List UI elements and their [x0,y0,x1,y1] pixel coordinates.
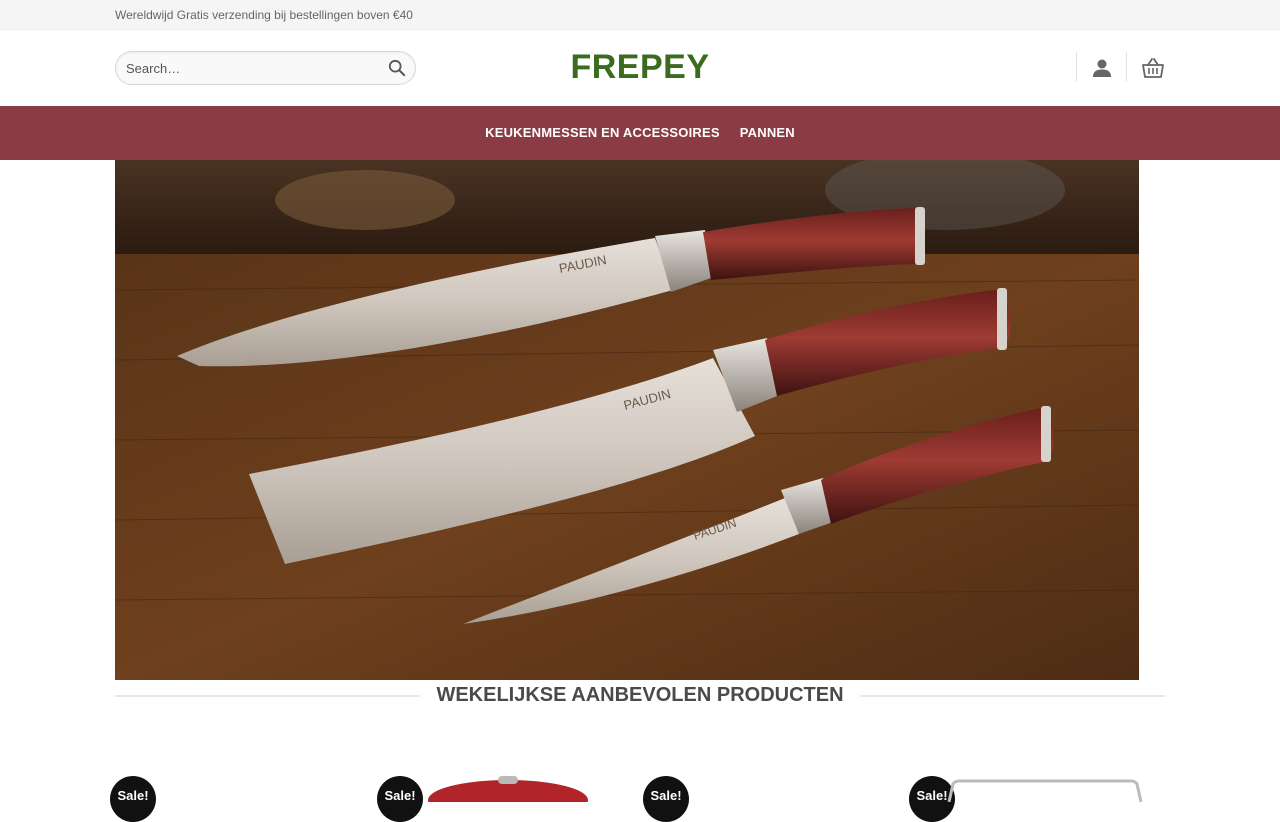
pan-product-image [428,776,588,802]
basket-icon[interactable] [1141,56,1165,80]
top-bar: Wereldwijd Gratis verzending bij bestell… [0,0,1280,30]
product-card[interactable]: Sale! [643,770,883,822]
site-logo[interactable]: FREPEY [540,48,740,87]
search-input[interactable] [126,52,376,84]
section-title: WEKELIJKSE AANBEVOLEN PRODUCTEN [436,684,844,706]
search-box[interactable] [115,51,416,85]
header-divider [1076,52,1077,82]
sale-badge: Sale! [377,776,423,822]
nav-item-pannen[interactable]: PANNEN [740,125,795,140]
search-icon[interactable] [388,59,406,77]
product-card[interactable]: Sale! [377,770,617,822]
nav-item-keukenmessen[interactable]: KEUKENMESSEN EN ACCESSOIRES [485,125,720,140]
product-card[interactable]: Sale! [909,770,1149,822]
user-icon[interactable] [1090,56,1114,80]
shipping-message: Wereldwijd Gratis verzending bij bestell… [115,8,413,22]
main-nav: KEUKENMESSEN EN ACCESSOIRES PANNEN [0,106,1280,160]
hero-knives-image: PAUDIN PAUDIN PAUDIN [115,160,1139,680]
header: FREPEY [0,30,1280,106]
header-divider [1126,52,1127,82]
sale-badge: Sale! [643,776,689,822]
hero-banner[interactable]: PAUDIN PAUDIN PAUDIN [115,160,1139,680]
rack-product-image [947,779,1143,802]
sale-badge: Sale! [110,776,156,822]
featured-section-heading: WEKELIJKSE AANBEVOLEN PRODUCTEN [115,682,1165,710]
product-card[interactable]: Sale! [110,770,350,822]
